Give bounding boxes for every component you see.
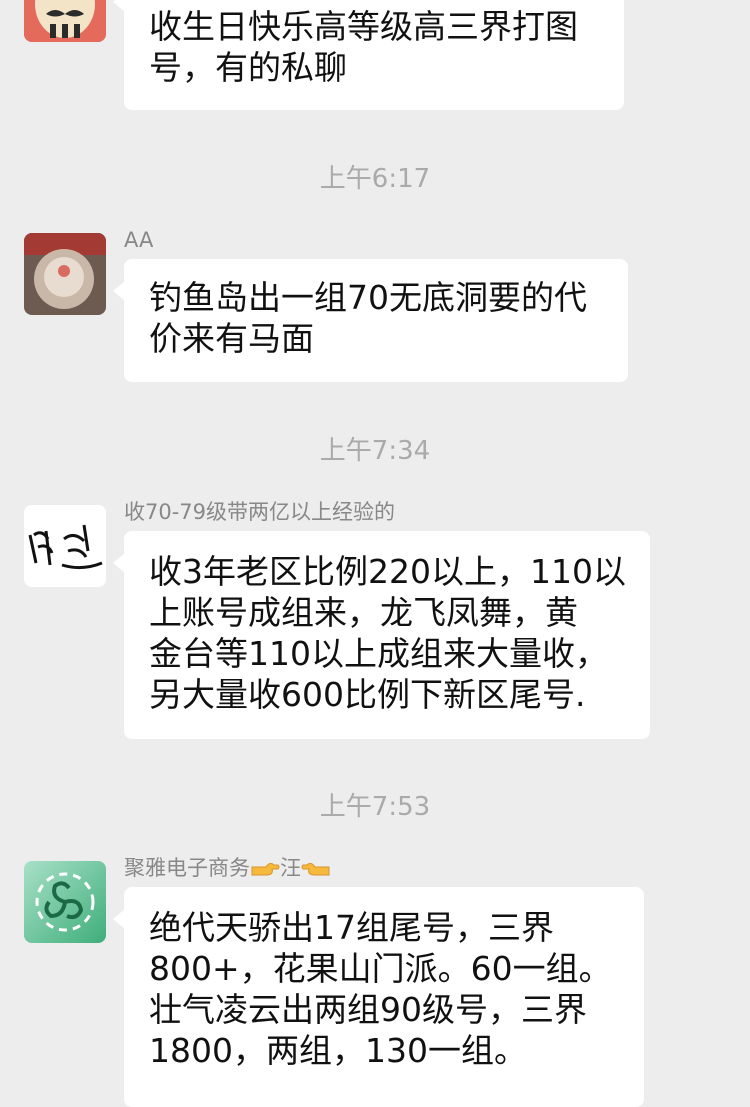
timestamp: 上午7:34: [319, 436, 431, 466]
message-text: 绝代天骄出17组尾号，三界: [149, 908, 554, 947]
message-text: 壮气凌云出两组90级号，三界: [149, 990, 587, 1029]
message-text: 价来有马面: [149, 319, 314, 358]
message-text: 上账号成组来，龙飞凤舞，黄: [149, 593, 578, 632]
message-text: 收生日快乐高等级高三界打图: [149, 7, 578, 46]
message-text: 1800，两组，130一组。: [149, 1031, 527, 1070]
message-text: 800+，花果山门派。60一组。: [149, 949, 612, 988]
green-swirl-logo-avatar[interactable]: [24, 861, 106, 943]
calligraphy-avatar[interactable]: [24, 505, 106, 587]
pointing-right-hand-icon: [250, 857, 280, 876]
message-bubble[interactable]: 收生日快乐高等级高三界打图 号，有的私聊: [113, 0, 624, 110]
pointing-left-hand-icon: [301, 857, 331, 876]
message-text: 钓鱼岛出一组70无底洞要的代: [149, 278, 587, 317]
sender-name: 聚雅电子商务 汪: [124, 855, 331, 881]
timestamp: 上午6:17: [319, 164, 431, 194]
message-text: 号，有的私聊: [149, 48, 347, 87]
message-text: 金台等110以上成组来大量收，: [149, 634, 608, 673]
sender-name: AA: [124, 228, 154, 252]
sender-name: 收70-79级带两亿以上经验的: [124, 500, 396, 524]
sender-name-middle: 汪: [280, 856, 301, 880]
message-bubble[interactable]: 绝代天骄出17组尾号，三界 800+，花果山门派。60一组。 壮气凌云出两组90…: [113, 887, 644, 1107]
message-text: 另大量收600比例下新区尾号.: [149, 675, 586, 714]
cartoon-face-avatar[interactable]: [24, 0, 106, 42]
cake-photo-avatar[interactable]: [24, 233, 106, 315]
message-bubble[interactable]: 收3年老区比例220以上，110以 上账号成组来，龙飞凤舞，黄 金台等110以上…: [113, 531, 650, 739]
timestamp: 上午7:53: [319, 792, 431, 822]
sender-name-prefix: 聚雅电子商务: [124, 856, 250, 880]
message-bubble[interactable]: 钓鱼岛出一组70无底洞要的代 价来有马面: [113, 259, 628, 382]
message-text: 收3年老区比例220以上，110以: [149, 552, 626, 591]
